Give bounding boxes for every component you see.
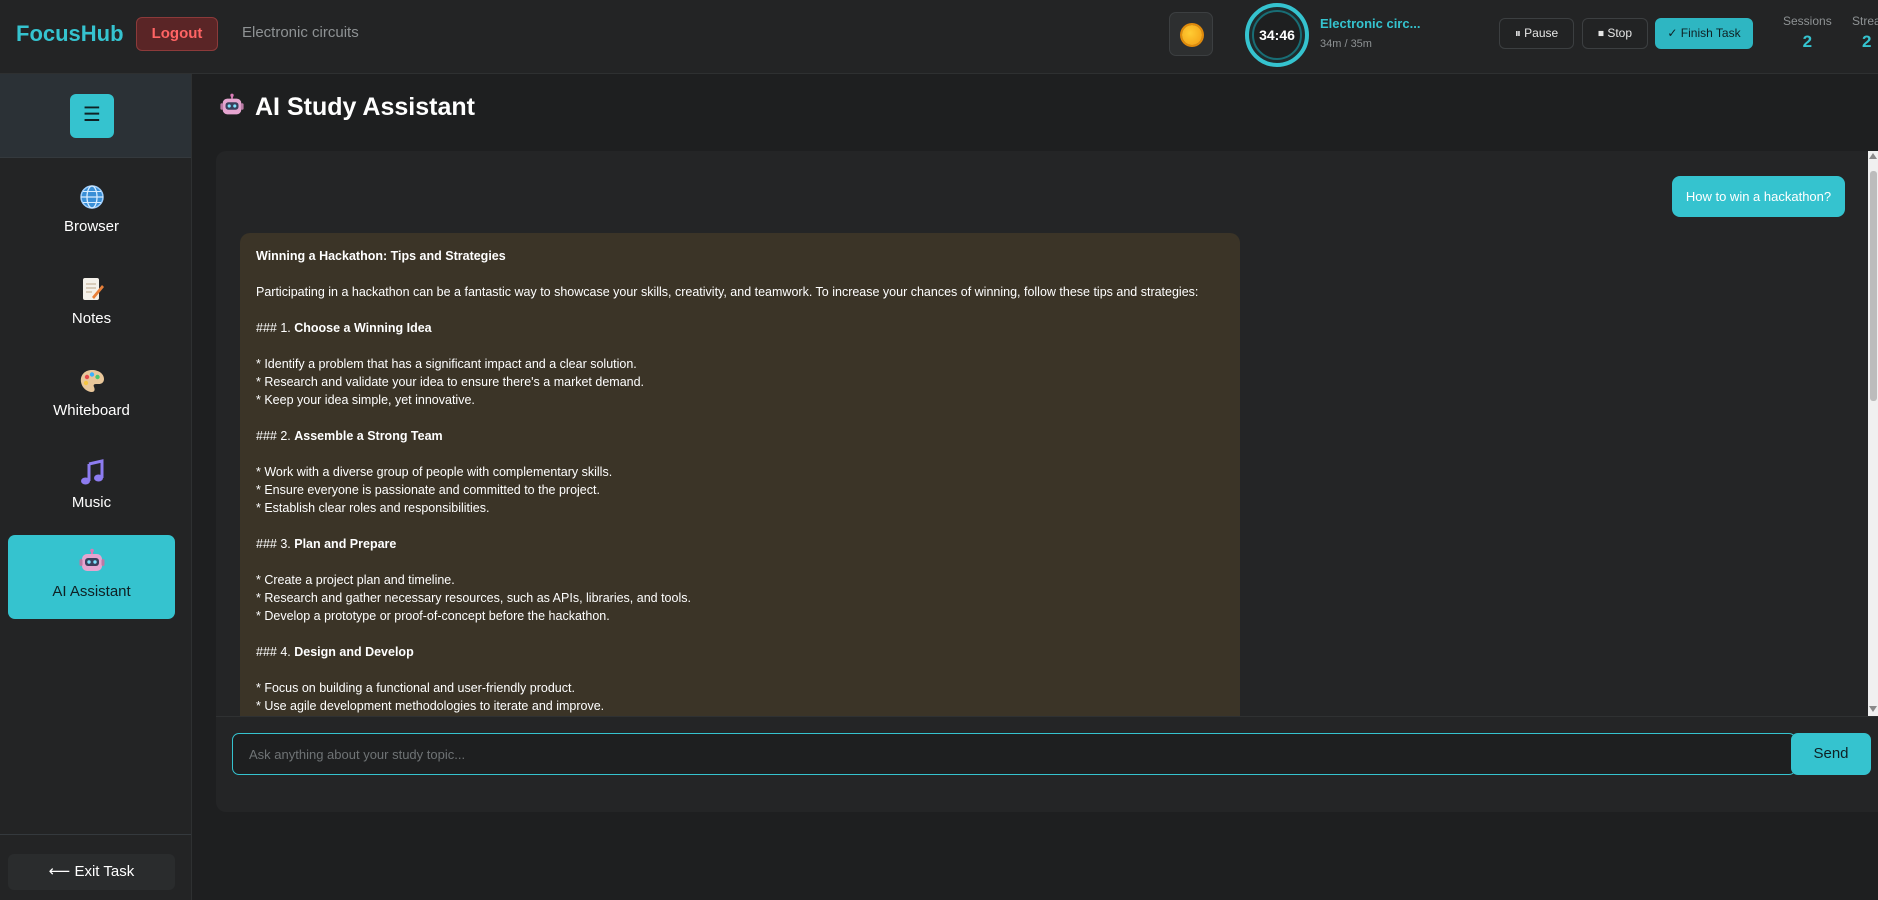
timer-task-name: Electronic circ...: [1320, 16, 1421, 31]
robot-icon: [220, 93, 244, 115]
menu-icon[interactable]: ☰: [70, 94, 114, 138]
robot-icon: [79, 548, 105, 571]
user-message: How to win a hackathon?: [1672, 176, 1845, 217]
chat-panel: How to win a hackathon? Winning a Hackat…: [216, 151, 1878, 812]
timer-progress-text: 34m / 35m: [1320, 38, 1372, 50]
bullet-line: * Keep your idea simple, yet innovative.: [256, 393, 475, 407]
stop-button[interactable]: ⏹ Stop: [1582, 18, 1648, 49]
bullet-line: * Establish clear roles and responsibili…: [256, 501, 490, 515]
bullet-line: * Focus on building a functional and use…: [256, 681, 575, 695]
chat-input[interactable]: [232, 733, 1796, 775]
sessions-value: 2: [1802, 32, 1813, 51]
scroll-down-arrow-icon[interactable]: [1869, 706, 1877, 712]
sidebar-item-label: Whiteboard: [53, 402, 130, 419]
bullet-line: * Research and validate your idea to ens…: [256, 375, 645, 389]
bullet-line: * Create a project plan and timeline.: [256, 573, 455, 587]
scroll-up-arrow-icon[interactable]: [1869, 153, 1877, 159]
streak-label: Strea: [1852, 14, 1878, 28]
bullet-line: * Research and gather necessary resource…: [256, 591, 691, 605]
section-heading: ### 1. Choose a Winning Idea: [256, 321, 432, 335]
chat-messages[interactable]: How to win a hackathon? Winning a Hackat…: [216, 151, 1868, 716]
sidebar-item-notes[interactable]: Notes: [8, 262, 175, 346]
sessions-label: Sessions: [1783, 14, 1832, 28]
logout-button[interactable]: Logout: [136, 17, 218, 51]
sidebar-item-label: Browser: [63, 218, 119, 235]
sessions-stat: Sessions 2: [1783, 14, 1832, 52]
top-bar: FocusHub Logout Electronic circuits 34:4…: [0, 0, 1878, 74]
theme-toggle-button[interactable]: [1169, 12, 1213, 56]
response-heading: Winning a Hackathon: Tips and Strategies: [256, 249, 506, 263]
streak-stat: Strea 2: [1852, 14, 1878, 52]
bullet-line: * Work with a diverse group of people wi…: [256, 465, 613, 479]
timer-time: 34:46: [1252, 10, 1302, 60]
bullet-line: * Ensure everyone is passionate and comm…: [256, 483, 600, 497]
page-title-text: AI Study Assistant: [255, 93, 475, 121]
section-heading: ### 4. Design and Develop: [256, 645, 414, 659]
sidebar-footer: ⟵ Exit Task: [0, 834, 191, 900]
finish-task-button[interactable]: ✓ Finish Task: [1655, 18, 1753, 49]
sidebar-item-browser[interactable]: Browser: [8, 170, 175, 254]
section-heading: ### 2. Assemble a Strong Team: [256, 429, 443, 443]
sidebar-item-whiteboard[interactable]: Whiteboard: [8, 354, 175, 438]
sidebar-item-label: Music: [71, 494, 112, 511]
brand-logo[interactable]: FocusHub: [16, 21, 124, 47]
streak-value: 2: [1862, 32, 1872, 51]
sidebar-item-label: AI Assistant: [52, 583, 131, 600]
palette-icon: [80, 370, 104, 392]
bullet-line: * Develop a prototype or proof-of-concep…: [256, 609, 610, 623]
chat-input-row: Send: [216, 716, 1878, 812]
sidebar-item-music[interactable]: Music: [8, 446, 175, 530]
pause-button[interactable]: ⏸ Pause: [1499, 18, 1574, 49]
chat-scrollbar[interactable]: [1868, 151, 1878, 716]
send-button[interactable]: Send: [1791, 733, 1871, 775]
page-title: AI Study Assistant: [219, 93, 475, 122]
sidebar: ☰ Browser Notes Whiteboard Music AI Assi…: [0, 74, 192, 900]
section-heading: ### 3. Plan and Prepare: [256, 537, 397, 551]
scrollbar-thumb[interactable]: [1870, 171, 1877, 401]
sidebar-header: ☰: [0, 74, 191, 158]
music-note-icon: [81, 459, 104, 485]
current-task-name: Electronic circuits: [242, 24, 359, 41]
exit-task-button[interactable]: ⟵ Exit Task: [8, 854, 175, 890]
sun-icon: [1182, 25, 1202, 45]
response-intro: Participating in a hackathon can be a fa…: [256, 285, 1199, 299]
sidebar-item-label: Notes: [71, 310, 112, 327]
bullet-line: * Identify a problem that has a signific…: [256, 357, 637, 371]
globe-icon: [80, 185, 104, 209]
sidebar-item-ai-assistant[interactable]: AI Assistant: [8, 535, 175, 619]
assistant-message: Winning a Hackathon: Tips and Strategies…: [240, 233, 1240, 716]
notepad-icon: [83, 278, 104, 300]
timer-ring: 34:46: [1245, 3, 1309, 67]
bullet-line: * Use agile development methodologies to…: [256, 699, 605, 713]
